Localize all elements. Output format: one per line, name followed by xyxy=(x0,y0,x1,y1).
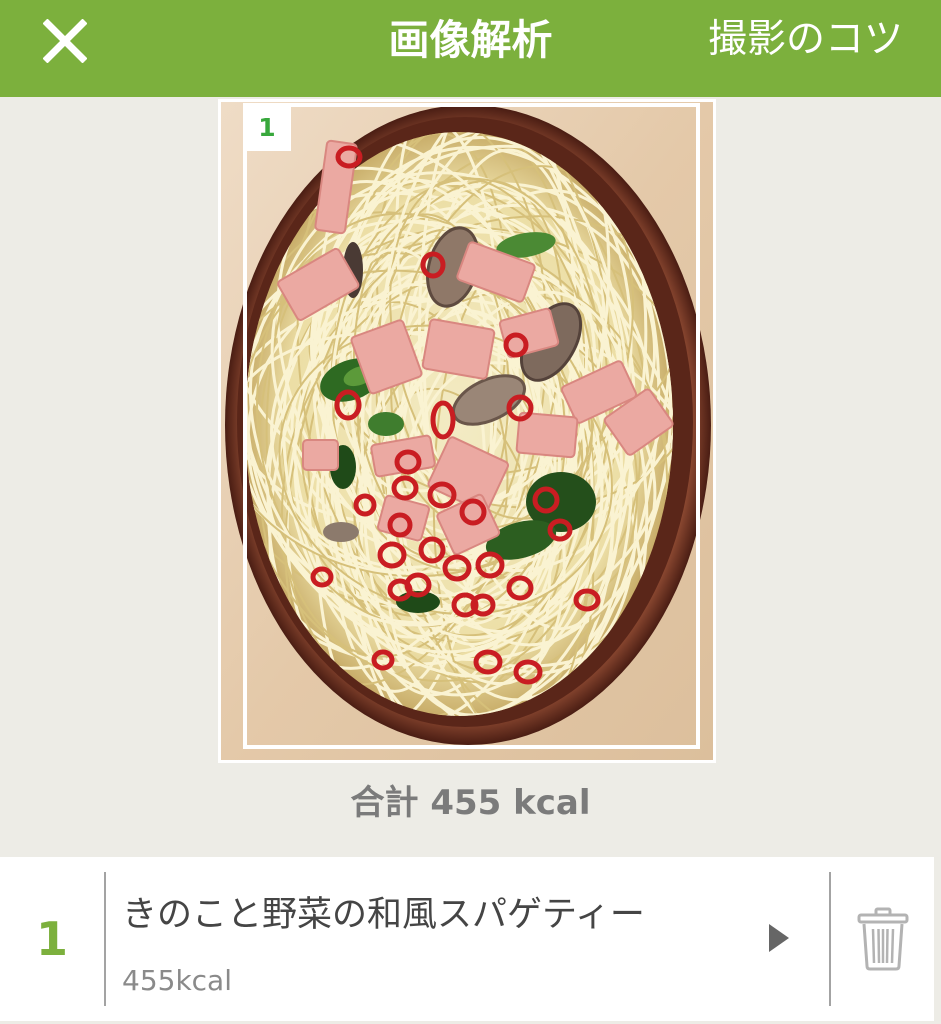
total-label: 合計 xyxy=(350,783,419,823)
detection-box[interactable]: 1 xyxy=(243,103,700,749)
detection-label: 1 xyxy=(243,103,291,151)
total-calories: 合計 455 kcal xyxy=(0,782,941,824)
item-index: 1 xyxy=(35,912,68,966)
photo-frame: 1 xyxy=(218,99,716,763)
chevron-right-icon[interactable] xyxy=(769,924,789,952)
food-item-row: 1 きのこと野菜の和風スパゲティー 455kcal xyxy=(0,857,934,1021)
food-item-detail[interactable]: きのこと野菜の和風スパゲティー 455kcal xyxy=(106,857,828,1021)
close-icon xyxy=(43,19,87,63)
food-calories: 455kcal xyxy=(122,964,232,997)
analyzed-photo: 1 xyxy=(221,102,713,760)
delete-item-button[interactable] xyxy=(831,857,934,1021)
app-header: 画像解析 撮影のコツ xyxy=(0,0,941,97)
food-name: きのこと野菜の和風スパゲティー xyxy=(122,895,645,935)
close-button[interactable] xyxy=(40,16,90,66)
shooting-tips-button[interactable]: 撮影のコツ xyxy=(708,14,903,66)
trash-icon xyxy=(857,907,908,971)
total-value: 455 kcal xyxy=(430,783,591,823)
